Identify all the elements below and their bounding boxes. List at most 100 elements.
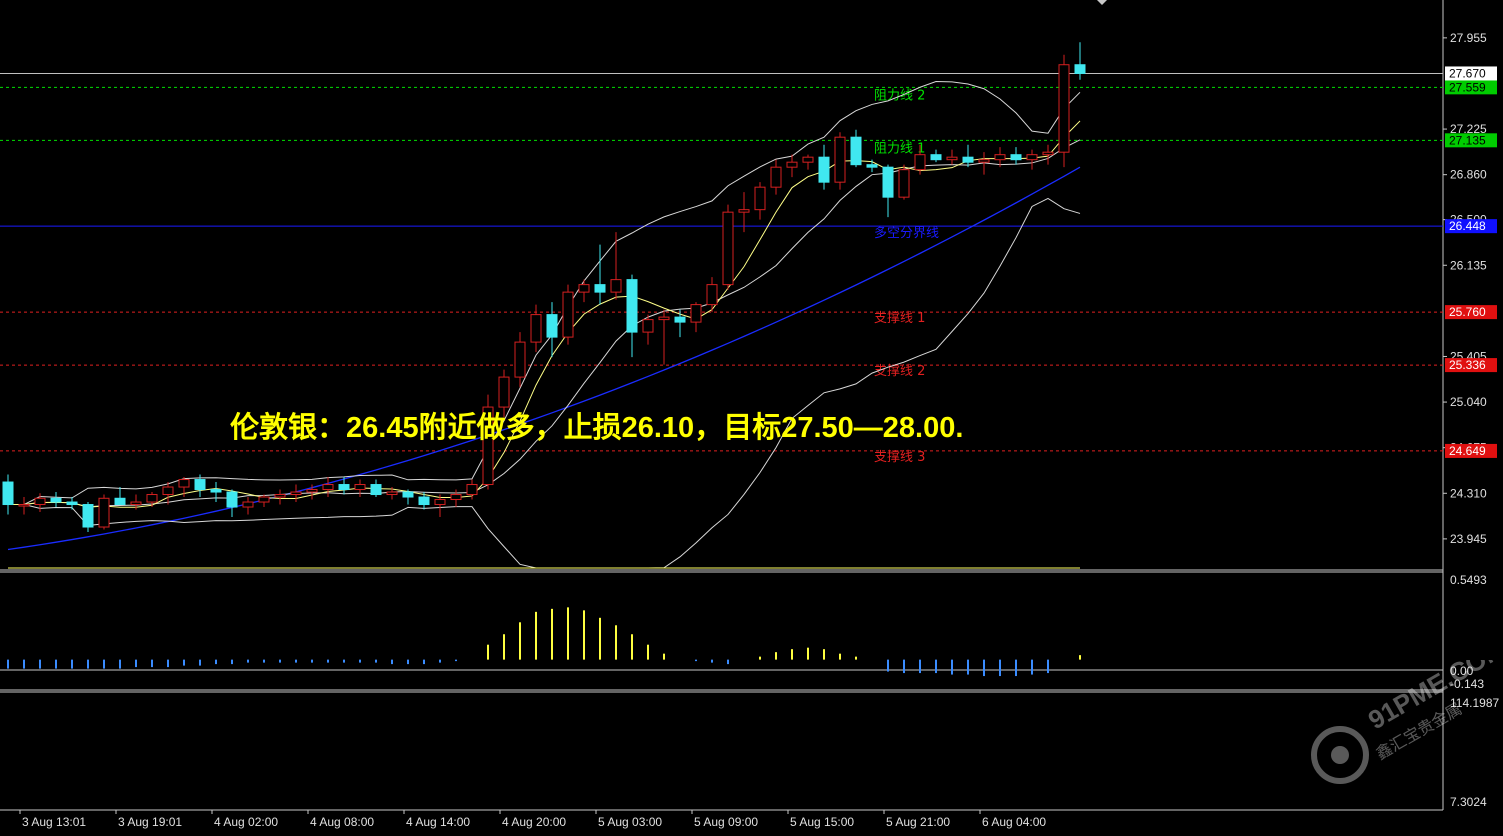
candle-body bbox=[738, 209, 750, 213]
candle-body bbox=[162, 486, 174, 496]
level-price-tag-label: 27.559 bbox=[1449, 80, 1486, 94]
candle-body bbox=[818, 156, 830, 183]
candle-body bbox=[66, 501, 78, 506]
level-label: 支撑线 3 bbox=[874, 450, 925, 465]
candle-body bbox=[754, 186, 766, 211]
time-tick-label: 5 Aug 03:00 bbox=[598, 815, 662, 829]
candle-body bbox=[466, 484, 478, 496]
time-tick-label: 4 Aug 02:00 bbox=[214, 815, 278, 829]
candle-body bbox=[306, 489, 318, 493]
candle-body bbox=[994, 154, 1006, 161]
level-label: 阻力线 1 bbox=[874, 141, 925, 156]
candle-body bbox=[658, 316, 670, 321]
level-label: 多空分界线 bbox=[874, 225, 939, 241]
candle-body bbox=[402, 491, 414, 498]
macd-tick-label: 0.00 bbox=[1450, 664, 1474, 678]
time-tick-label: 3 Aug 13:01 bbox=[22, 815, 86, 829]
macd-tick-label: 0.5493 bbox=[1450, 573, 1487, 587]
candle-body bbox=[1042, 151, 1054, 156]
candle-body bbox=[274, 494, 286, 498]
level-price-tag-label: 26.448 bbox=[1449, 219, 1486, 233]
time-tick-label: 6 Aug 04:00 bbox=[982, 815, 1046, 829]
candle-body bbox=[562, 291, 574, 338]
candle-body bbox=[578, 284, 590, 293]
candle-body bbox=[146, 494, 158, 503]
level-price-tag-label: 25.336 bbox=[1449, 358, 1486, 372]
price-tick-label: 26.135 bbox=[1450, 258, 1487, 272]
candle-body bbox=[114, 497, 126, 506]
candle-body bbox=[850, 136, 862, 166]
candle-body bbox=[674, 316, 686, 323]
candle-body bbox=[706, 284, 718, 306]
candle-body bbox=[1026, 154, 1038, 161]
candle-body bbox=[354, 484, 366, 491]
candle-body bbox=[786, 161, 798, 168]
time-tick-label: 5 Aug 21:00 bbox=[886, 815, 950, 829]
trade-annotation: 伦敦银：26.45附近做多，止损26.10，目标27.50—28.00. bbox=[230, 404, 963, 446]
candle-body bbox=[962, 156, 974, 163]
time-tick-label: 4 Aug 08:00 bbox=[310, 815, 374, 829]
candle-body bbox=[258, 496, 270, 503]
price-tick-label: 27.955 bbox=[1450, 31, 1487, 45]
candle-body bbox=[210, 489, 222, 493]
candle-body bbox=[1058, 64, 1070, 153]
candle-body bbox=[690, 304, 702, 323]
candle-body bbox=[498, 376, 510, 408]
time-tick-label: 4 Aug 14:00 bbox=[406, 815, 470, 829]
candle-body bbox=[802, 156, 814, 163]
candle-body bbox=[98, 497, 110, 528]
candle-body bbox=[914, 154, 926, 171]
candle-body bbox=[1010, 154, 1022, 161]
annotation-entry: 26.45 bbox=[346, 412, 419, 444]
candle-body bbox=[34, 497, 46, 506]
candle-body bbox=[866, 164, 878, 168]
candle-body bbox=[178, 479, 190, 488]
time-tick-label: 5 Aug 09:00 bbox=[694, 815, 758, 829]
candle-body bbox=[434, 499, 446, 506]
candle-body bbox=[978, 159, 990, 163]
candle-body bbox=[834, 136, 846, 183]
level-label: 支撑线 2 bbox=[874, 364, 925, 379]
oscillator-tick-label: 7.3024 bbox=[1450, 795, 1487, 809]
candle-body bbox=[514, 341, 526, 378]
candle-body bbox=[82, 504, 94, 528]
shift-marker-icon bbox=[1097, 0, 1107, 5]
annotation-target: 27.50—28.00. bbox=[781, 412, 964, 444]
candle-body bbox=[594, 284, 606, 293]
candle-body bbox=[770, 166, 782, 188]
candle-body bbox=[242, 501, 254, 508]
annotation-stop: 26.10 bbox=[621, 412, 695, 444]
level-price-tag-label: 27.135 bbox=[1449, 133, 1486, 147]
level-price-tag-label: 25.760 bbox=[1449, 305, 1486, 319]
annotation-mid2: ，目标 bbox=[694, 410, 782, 444]
time-tick-label: 5 Aug 15:00 bbox=[790, 815, 854, 829]
candle-body bbox=[386, 491, 398, 496]
macd-tick-label: -0.143 bbox=[1450, 677, 1484, 691]
candle-body bbox=[1074, 64, 1086, 74]
candle-body bbox=[130, 501, 142, 506]
candle-body bbox=[50, 497, 62, 503]
candle-body bbox=[450, 494, 462, 501]
candle-body bbox=[338, 484, 350, 491]
current-price-label: 27.670 bbox=[1449, 66, 1486, 80]
price-tick-label: 24.310 bbox=[1450, 486, 1487, 500]
candle-body bbox=[898, 169, 910, 198]
candle-body bbox=[226, 491, 238, 508]
candle-body bbox=[290, 491, 302, 496]
price-tick-label: 23.945 bbox=[1450, 532, 1487, 546]
level-label: 支撑线 1 bbox=[874, 311, 925, 326]
candle-body bbox=[882, 166, 894, 198]
candle-body bbox=[2, 481, 14, 506]
oscillator-tick-label: 114.1987 bbox=[1450, 696, 1499, 710]
candle-body bbox=[370, 484, 382, 496]
candle-body bbox=[642, 319, 654, 333]
annotation-mid1: 附近做多，止损 bbox=[418, 410, 622, 444]
price-tick-label: 26.860 bbox=[1450, 168, 1487, 182]
candle-body bbox=[546, 314, 558, 338]
level-price-tag-label: 24.649 bbox=[1449, 444, 1486, 458]
time-tick-label: 4 Aug 20:00 bbox=[502, 815, 566, 829]
candle-body bbox=[610, 279, 622, 293]
candle-body bbox=[722, 211, 734, 286]
candle-body bbox=[322, 484, 334, 491]
candle-body bbox=[418, 496, 430, 506]
